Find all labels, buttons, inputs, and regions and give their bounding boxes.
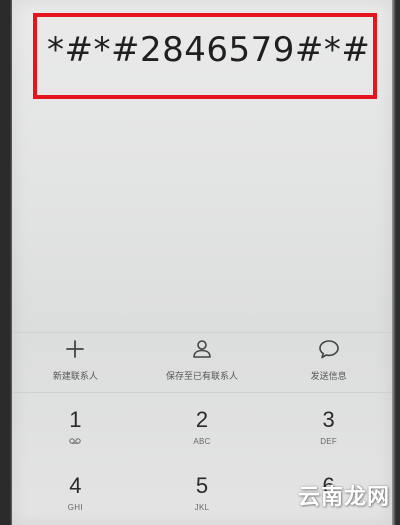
key-4[interactable]: 4 GHI	[12, 471, 139, 525]
key-letters: DEF	[320, 436, 338, 446]
key-5[interactable]: 5 JKL	[139, 471, 266, 525]
message-icon	[318, 340, 339, 359]
person-icon	[193, 340, 211, 358]
key-digit: 4	[69, 473, 82, 498]
send-message-label: 发送信息	[310, 371, 347, 381]
key-1[interactable]: 1	[12, 405, 139, 459]
divider-top	[12, 332, 392, 333]
dialed-number-display[interactable]: *#*#2846579#*#	[33, 13, 377, 99]
phone-frame: *#*#2846579#*# 新建联系人 保存至已有联系人 发送信息 1 2 A…	[0, 0, 400, 525]
key-digit: 1	[69, 407, 82, 432]
key-digit: 3	[322, 407, 335, 432]
dialed-number: *#*#2846579#*#	[47, 30, 371, 70]
key-letters: JKL	[194, 502, 210, 512]
key-letters	[69, 435, 82, 447]
voicemail-icon	[69, 438, 82, 444]
key-3[interactable]: 3 DEF	[265, 405, 392, 459]
new-contact-label: 新建联系人	[52, 371, 98, 381]
new-contact-button[interactable]: 新建联系人	[12, 335, 139, 391]
site-watermark: 云南龙网	[297, 485, 390, 510]
plus-icon	[66, 340, 85, 358]
key-letters: GHI	[67, 502, 83, 512]
key-letters: ABC	[193, 436, 211, 446]
key-digit: 2	[195, 407, 209, 432]
save-to-existing-contact-label: 保存至已有联系人	[166, 371, 239, 381]
send-message-button[interactable]: 发送信息	[265, 335, 392, 391]
save-to-existing-contact-button[interactable]: 保存至已有联系人	[139, 335, 266, 391]
key-digit: 5	[195, 473, 209, 498]
divider-bottom	[12, 392, 392, 393]
key-2[interactable]: 2 ABC	[139, 405, 266, 459]
dialer-actions: 新建联系人 保存至已有联系人 发送信息	[12, 335, 392, 391]
